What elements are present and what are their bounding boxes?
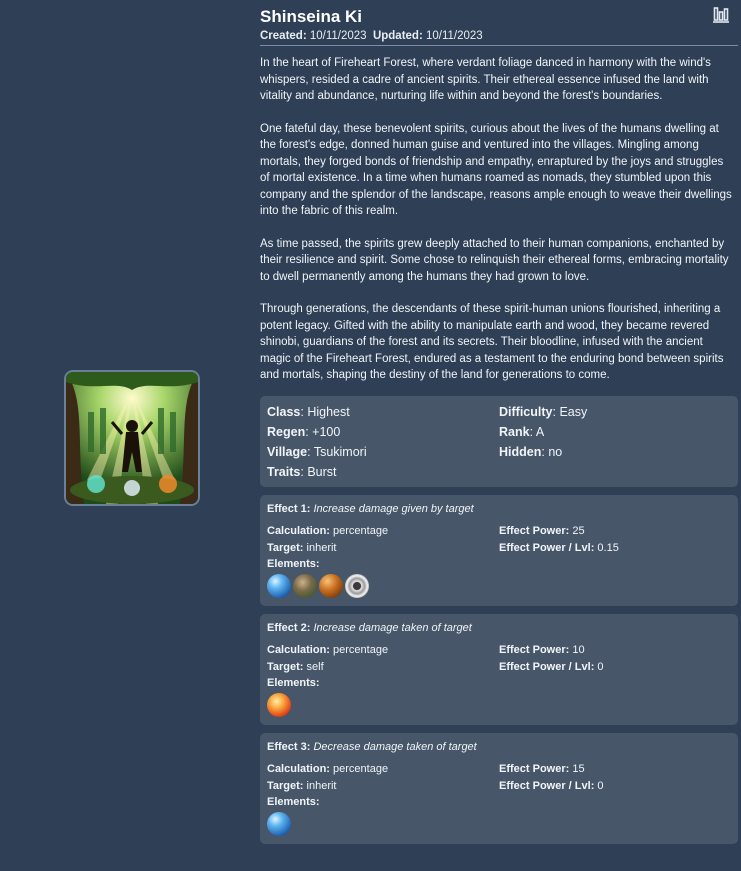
- target-value: inherit: [306, 541, 337, 554]
- hidden-field: Hidden: no: [499, 444, 563, 459]
- target-field: Target: self: [267, 659, 499, 676]
- regen-label: Regen: [267, 424, 306, 439]
- effect-power-lvl-field: Effect Power / Lvl: 0: [499, 778, 731, 795]
- effect-power-field: Effect Power: 15: [499, 761, 731, 778]
- effect-power-lvl-value: 0: [597, 660, 604, 673]
- target-value: self: [306, 660, 324, 673]
- elements-label: Elements:: [267, 557, 320, 570]
- effect-power-value: 10: [572, 643, 585, 656]
- description-paragraph: As time passed, the spirits grew deeply …: [260, 237, 729, 283]
- effect-card-1: Effect 1: Increase damage given by targe…: [260, 494, 738, 606]
- forest-spirit-artwork: [66, 372, 198, 504]
- effect-card-2: Effect 2: Increase damage taken of targe…: [260, 613, 738, 725]
- regen-field: Regen: +100: [267, 424, 341, 439]
- wood-orb-icon[interactable]: [319, 573, 343, 598]
- bloodline-image: [64, 370, 200, 506]
- effect-power-field: Effect Power: 10: [499, 642, 731, 659]
- description: In the heart of Fireheart Forest, where …: [260, 55, 734, 384]
- hidden-label: Hidden: [499, 444, 542, 459]
- updated-label: Updated:: [372, 30, 423, 42]
- effect-power-lvl-label: Effect Power / Lvl:: [499, 541, 595, 554]
- effect-power-field: Effect Power: 25: [499, 523, 731, 540]
- effect-name: Increase damage taken of target: [313, 621, 472, 634]
- page-title: Shinseina Ki: [260, 7, 363, 26]
- calculation-value: percentage: [333, 643, 389, 656]
- calculation-field: Calculation: percentage: [267, 523, 499, 540]
- effect-name: Decrease damage taken of target: [313, 740, 477, 753]
- rank-field: Rank: A: [499, 424, 545, 439]
- effect-power-label: Effect Power:: [499, 643, 570, 656]
- created-value: 10/11/2023: [309, 30, 367, 42]
- target-label: Target:: [267, 541, 304, 554]
- calculation-value: percentage: [333, 762, 389, 775]
- regen-value: +100: [312, 424, 341, 439]
- left-column: [0, 0, 262, 871]
- effect-power-lvl-label: Effect Power / Lvl:: [499, 779, 595, 792]
- effect-power-lvl-value: 0: [597, 779, 604, 792]
- class-field: Class: Highest: [267, 404, 350, 419]
- bar-chart-icon[interactable]: [712, 6, 730, 24]
- target-label: Target:: [267, 779, 304, 792]
- target-label: Target:: [267, 660, 304, 673]
- effect-power-lvl-label: Effect Power / Lvl:: [499, 660, 595, 673]
- header: Shinseina Ki: [260, 0, 738, 30]
- effect-label: Effect 2:: [267, 621, 311, 634]
- target-field: Target: inherit: [267, 778, 499, 795]
- water-orb-icon[interactable]: [267, 811, 291, 836]
- effect-power-value: 15: [572, 762, 585, 775]
- description-paragraph: In the heart of Fireheart Forest, where …: [260, 57, 711, 102]
- effect-title: Effect 1: Increase damage given by targe…: [267, 502, 731, 517]
- metal-ring-icon[interactable]: [345, 573, 369, 598]
- effect-name: Increase damage given by target: [313, 502, 474, 515]
- elements-list: [267, 573, 731, 600]
- effect-power-lvl-field: Effect Power / Lvl: 0.15: [499, 540, 731, 557]
- target-value: inherit: [306, 779, 337, 792]
- description-paragraph: Through generations, the descendants of …: [260, 303, 724, 381]
- effect-title: Effect 2: Increase damage taken of targe…: [267, 621, 731, 636]
- rank-label: Rank: [499, 424, 530, 439]
- fire-orb-icon[interactable]: [267, 692, 291, 717]
- elements-label: Elements:: [267, 676, 320, 689]
- calculation-label: Calculation:: [267, 762, 330, 775]
- calculation-field: Calculation: percentage: [267, 642, 499, 659]
- elements-list: [267, 811, 731, 838]
- difficulty-label: Difficulty: [499, 404, 553, 419]
- created-label: Created:: [260, 30, 307, 42]
- village-label: Village: [267, 444, 308, 459]
- effect-power-label: Effect Power:: [499, 524, 570, 537]
- water-orb-icon[interactable]: [267, 573, 291, 598]
- elements-label: Elements:: [267, 795, 320, 808]
- effect-power-lvl-value: 0.15: [597, 541, 619, 554]
- updated-value: 10/11/2023: [426, 30, 483, 42]
- description-paragraph: One fateful day, these benevolent spirit…: [260, 122, 732, 218]
- effect-label: Effect 3:: [267, 740, 311, 753]
- effect-card-3: Effect 3: Decrease damage taken of targe…: [260, 732, 738, 844]
- calculation-label: Calculation:: [267, 524, 330, 537]
- difficulty-field: Difficulty: Easy: [499, 404, 588, 419]
- traits-label: Traits: [267, 464, 301, 479]
- calculation-label: Calculation:: [267, 643, 330, 656]
- effect-power-value: 25: [572, 524, 585, 537]
- calculation-field: Calculation: percentage: [267, 761, 499, 778]
- hidden-value: no: [548, 444, 563, 459]
- traits-field: Traits: Burst: [267, 464, 337, 479]
- target-field: Target: inherit: [267, 540, 499, 557]
- elements-list: [267, 692, 731, 719]
- traits-value: Burst: [307, 464, 337, 479]
- village-value: Tsukimori: [313, 444, 367, 459]
- village-field: Village: Tsukimori: [267, 444, 367, 459]
- effect-power-lvl-field: Effect Power / Lvl: 0: [499, 659, 731, 676]
- main-content: Shinseina Ki Created: 10/11/2023 Updated…: [260, 0, 738, 844]
- class-value: Highest: [307, 404, 350, 419]
- class-label: Class: [267, 404, 301, 419]
- info-card: Class: Highest Difficulty: Easy Regen: +…: [260, 395, 738, 487]
- calculation-value: percentage: [333, 524, 389, 537]
- timestamps: Created: 10/11/2023 Updated: 10/11/2023: [260, 30, 738, 46]
- rank-value: A: [535, 424, 545, 439]
- earth-orb-icon[interactable]: [293, 573, 317, 598]
- difficulty-value: Easy: [559, 404, 588, 419]
- effect-power-label: Effect Power:: [499, 762, 570, 775]
- effect-title: Effect 3: Decrease damage taken of targe…: [267, 740, 731, 755]
- effect-label: Effect 1:: [267, 502, 311, 515]
